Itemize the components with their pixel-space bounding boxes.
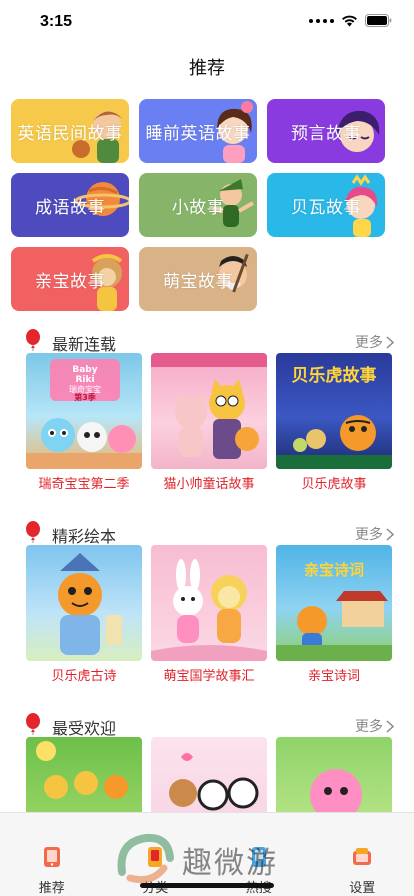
wifi-icon bbox=[342, 15, 357, 26]
balloon-icon bbox=[26, 521, 40, 543]
category-label: 预言故事 bbox=[291, 123, 361, 143]
section-title: 精彩绘本 bbox=[52, 529, 117, 546]
album-card[interactable]: Baby Riki 瑞奇宝宝 第3季 瑞奇宝宝第二季 bbox=[26, 353, 142, 492]
tab-recommend[interactable]: 推荐 bbox=[0, 813, 104, 896]
chevron-right-icon bbox=[386, 527, 394, 541]
tab-label: 设置 bbox=[349, 880, 376, 895]
album-card[interactable]: 亲宝诗词 亲宝诗词 bbox=[276, 545, 392, 684]
category-grid: 英语民间故事 睡前英语故事 预言故事 成语故事 小故事 贝瓦故事 亲宝故事 萌宝… bbox=[11, 99, 403, 311]
category-tile-short-stories[interactable]: 小故事 bbox=[139, 173, 257, 237]
cover-banner: 亲宝诗词 bbox=[304, 561, 364, 579]
section-picture-books: 精彩绘本 更多 贝乐虎古诗 萌宝国学故事汇 亲宝诗词 亲宝诗词 bbox=[0, 521, 414, 683]
category-label: 英语民间故事 bbox=[17, 123, 123, 143]
album-cover bbox=[26, 545, 142, 661]
battery-icon bbox=[365, 14, 392, 27]
album-cover bbox=[151, 353, 267, 469]
section-title: 最新连载 bbox=[52, 337, 117, 354]
tab-bar: 推荐 分类 热搜 设置 bbox=[0, 812, 414, 896]
category-label: 贝瓦故事 bbox=[291, 197, 361, 217]
more-label: 更多 bbox=[355, 526, 383, 542]
tab-settings[interactable]: 设置 bbox=[311, 813, 414, 896]
album-title: 贝乐虎古诗 bbox=[51, 668, 117, 683]
category-label: 萌宝故事 bbox=[163, 271, 233, 291]
more-link[interactable]: 更多 bbox=[355, 524, 394, 544]
album-card[interactable]: 猫小帅童话故事 bbox=[151, 353, 267, 492]
category-tile-mengbao[interactable]: 萌宝故事 bbox=[139, 247, 257, 311]
status-bar: 3:15 bbox=[0, 0, 414, 44]
album-cover: 贝乐虎故事 bbox=[276, 353, 392, 469]
more-link[interactable]: 更多 bbox=[355, 716, 394, 736]
status-icons bbox=[309, 14, 392, 27]
hot-search-icon bbox=[251, 847, 266, 867]
balloon-icon bbox=[26, 329, 40, 351]
cover-banner: 贝乐虎故事 bbox=[292, 365, 377, 386]
section-latest-serials: 最新连载 更多 Baby Riki 瑞奇宝宝 第3季 瑞奇宝宝第二季 猫小帅童话… bbox=[0, 329, 414, 491]
status-time: 3:15 bbox=[40, 13, 73, 30]
album-cover: Baby Riki 瑞奇宝宝 第3季 bbox=[26, 353, 142, 469]
album-card[interactable]: 贝乐虎故事 贝乐虎故事 bbox=[276, 353, 392, 492]
tab-label: 推荐 bbox=[38, 880, 65, 895]
cover-badge-line1: Baby bbox=[72, 365, 97, 375]
section-most-popular: 最受欢迎 更多 bbox=[0, 713, 414, 853]
category-tile-idiom[interactable]: 成语故事 bbox=[11, 173, 129, 237]
category-icon bbox=[148, 847, 163, 867]
chevron-right-icon bbox=[386, 335, 394, 349]
settings-icon bbox=[353, 848, 372, 865]
album-title: 猫小帅童话故事 bbox=[163, 476, 255, 491]
balloon-icon bbox=[26, 713, 40, 735]
album-card[interactable]: 萌宝国学故事汇 bbox=[151, 545, 267, 684]
category-tile-english-folk[interactable]: 英语民间故事 bbox=[11, 99, 129, 163]
album-title: 贝乐虎故事 bbox=[301, 476, 367, 491]
category-label: 亲宝故事 bbox=[35, 271, 105, 291]
album-cover bbox=[151, 545, 267, 661]
category-label: 小故事 bbox=[171, 197, 225, 217]
category-tile-bedtime-english[interactable]: 睡前英语故事 bbox=[139, 99, 257, 163]
page-title: 推荐 bbox=[189, 58, 225, 78]
section-title: 最受欢迎 bbox=[52, 721, 117, 738]
category-label: 睡前英语故事 bbox=[145, 123, 251, 143]
more-link[interactable]: 更多 bbox=[355, 332, 394, 352]
category-label: 成语故事 bbox=[35, 197, 105, 217]
album-title: 亲宝诗词 bbox=[307, 668, 360, 683]
category-tile-beva[interactable]: 贝瓦故事 bbox=[267, 173, 385, 237]
album-title: 萌宝国学故事汇 bbox=[163, 668, 255, 683]
album-title: 瑞奇宝宝第二季 bbox=[38, 476, 130, 491]
more-label: 更多 bbox=[355, 334, 383, 350]
album-card[interactable]: 贝乐虎古诗 bbox=[26, 545, 142, 684]
home-indicator[interactable] bbox=[140, 883, 274, 888]
more-label: 更多 bbox=[355, 718, 383, 734]
cover-badge-line2: Riki bbox=[75, 375, 94, 385]
phone-book-icon bbox=[43, 847, 60, 867]
album-cover: 亲宝诗词 bbox=[276, 545, 392, 661]
category-tile-prophecy[interactable]: 预言故事 bbox=[267, 99, 385, 163]
category-tile-qinbao[interactable]: 亲宝故事 bbox=[11, 247, 129, 311]
chevron-right-icon bbox=[386, 719, 394, 733]
cover-badge-season: 第3季 bbox=[74, 392, 97, 402]
signal-icon bbox=[309, 18, 334, 23]
